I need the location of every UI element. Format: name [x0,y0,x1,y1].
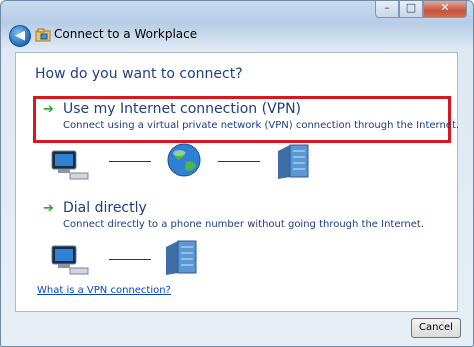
window-title: Connect to a Workplace [54,27,198,41]
server-icon [278,144,309,179]
connection-line [218,161,260,162]
close-button[interactable]: ✕ [423,1,467,18]
vpn-option-description: Connect using a virtual private network … [63,120,460,131]
computer-icon [51,245,89,275]
page-heading: How do you want to connect? [35,66,243,82]
minimize-button[interactable]: – [375,1,399,18]
dial-option-title: Dial directly [63,200,147,216]
green-arrow-icon: ➔ [43,201,54,216]
green-arrow-icon: ➔ [43,102,54,117]
maximize-button[interactable]: □ [399,1,423,18]
server-icon [166,240,197,275]
connection-line [109,259,151,260]
connection-line [109,161,151,162]
cancel-button[interactable]: Cancel [411,318,461,338]
computer-icon [51,150,89,180]
vpn-help-link[interactable]: What is a VPN connection? [37,285,171,296]
vpn-option[interactable]: ➔ Use my Internet connection (VPN) Conne… [33,96,459,143]
window-controls: – □ ✕ [375,1,467,18]
content-pane: How do you want to connect? ➔ Use my Int… [15,52,459,312]
dial-option-description: Connect directly to a phone number witho… [63,219,425,230]
back-button[interactable]: ◀ [9,25,31,47]
vpn-option-title: Use my Internet connection (VPN) [63,101,302,117]
globe-icon [167,143,201,177]
dial-option[interactable]: ➔ Dial directly Connect directly to a ph… [33,198,445,236]
network-folder-icon [35,28,51,42]
dialog-window: – □ ✕ ◀ Connect to a Workplace How do yo… [0,0,474,347]
